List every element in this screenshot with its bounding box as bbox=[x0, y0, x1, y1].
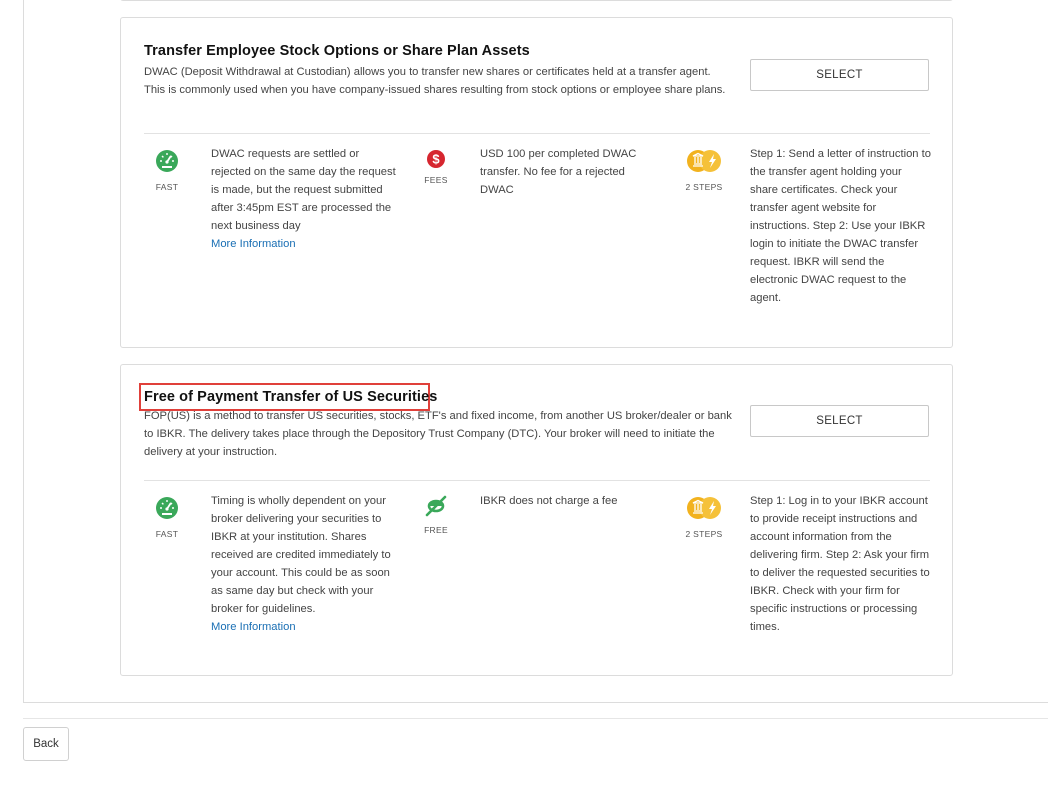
speedometer-icon bbox=[156, 497, 178, 519]
speed-label: FAST bbox=[155, 182, 179, 192]
more-information-link[interactable]: More Information bbox=[211, 621, 296, 633]
card-title: Transfer Employee Stock Options or Share… bbox=[144, 43, 530, 59]
steps-indicator: 2 STEPS bbox=[684, 496, 724, 539]
steps-label: 2 STEPS bbox=[685, 182, 723, 192]
steps-description: Step 1: Log in to your IBKR account to p… bbox=[750, 495, 930, 633]
dollar-circle-icon: $ bbox=[427, 150, 445, 168]
cost-description: USD 100 per completed DWAC transfer. No … bbox=[480, 148, 637, 196]
two-steps-icon bbox=[687, 150, 721, 172]
speedometer-icon bbox=[156, 150, 178, 172]
speed-indicator: FAST bbox=[147, 496, 187, 539]
card-description: DWAC (Deposit Withdrawal at Custodian) a… bbox=[144, 66, 726, 96]
transfer-option-card-fop: Free of Payment Transfer of US Securitie… bbox=[120, 364, 953, 676]
speed-indicator: FAST bbox=[147, 149, 187, 192]
speed-text: DWAC requests are settled or rejected on… bbox=[211, 148, 396, 232]
speed-description: DWAC requests are settled or rejected on… bbox=[211, 145, 396, 253]
two-steps-icon bbox=[687, 497, 721, 519]
transfer-option-card-dwac: Transfer Employee Stock Options or Share… bbox=[120, 17, 953, 348]
cost-label: FREE bbox=[424, 525, 448, 535]
previous-card-bottom bbox=[120, 0, 953, 1]
footer-divider bbox=[23, 718, 1048, 719]
speed-label: FAST bbox=[155, 529, 179, 539]
cost-label: FEES bbox=[424, 175, 448, 185]
select-button[interactable]: SELECT bbox=[750, 405, 929, 437]
cost-indicator: $ FEES bbox=[416, 149, 456, 185]
back-button[interactable]: Back bbox=[23, 727, 69, 761]
card-description: FOP(US) is a method to transfer US secur… bbox=[144, 410, 732, 458]
speed-text: Timing is wholly dependent on your broke… bbox=[211, 495, 391, 615]
card-title: Free of Payment Transfer of US Securitie… bbox=[144, 389, 438, 405]
no-fee-icon bbox=[425, 495, 447, 517]
cost-indicator: FREE bbox=[416, 495, 456, 535]
divider bbox=[144, 480, 930, 481]
steps-description: Step 1: Send a letter of instruction to … bbox=[750, 148, 931, 304]
steps-label: 2 STEPS bbox=[685, 529, 723, 539]
speed-description: Timing is wholly dependent on your broke… bbox=[211, 492, 396, 636]
more-information-link[interactable]: More Information bbox=[211, 238, 296, 250]
cost-description: IBKR does not charge a fee bbox=[480, 495, 618, 507]
svg-text:$: $ bbox=[432, 152, 440, 167]
divider bbox=[144, 133, 930, 134]
select-button[interactable]: SELECT bbox=[750, 59, 929, 91]
steps-indicator: 2 STEPS bbox=[684, 149, 724, 192]
